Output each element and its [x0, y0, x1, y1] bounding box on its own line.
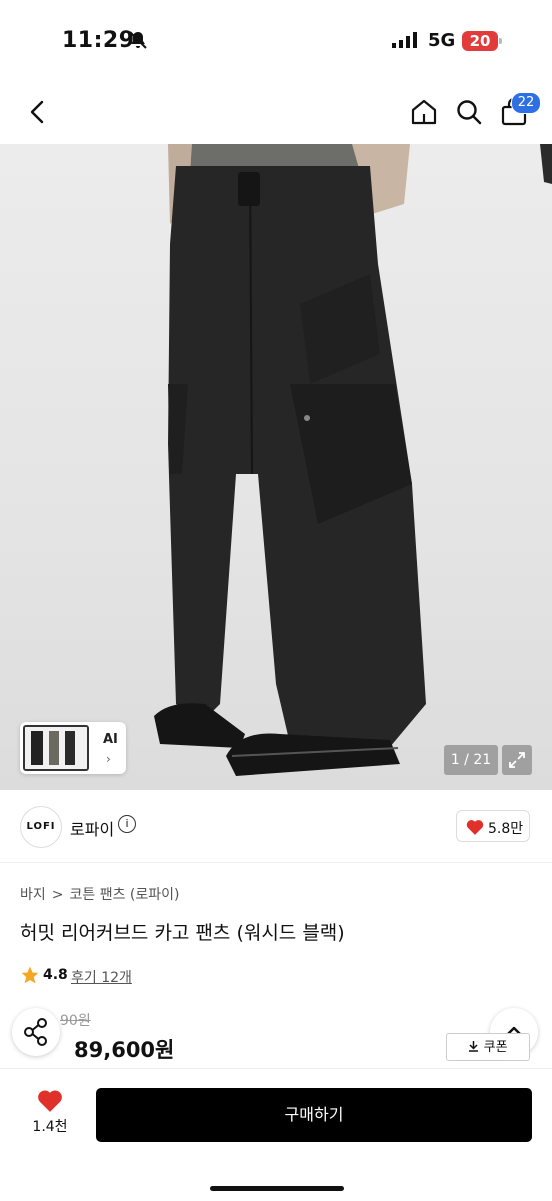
rating-score: 4.8 [43, 967, 68, 983]
brand-like-button[interactable]: 5.8만 [456, 810, 530, 842]
product-title: 허밋 리어커브드 카고 팬츠 (워시드 블랙) [20, 922, 345, 944]
product-like-button[interactable]: 1.4천 [20, 1089, 80, 1149]
buy-button[interactable]: 구매하기 [96, 1088, 532, 1142]
bottom-action-bar: 1.4천 구매하기 [0, 1068, 552, 1201]
breadcrumb: 바지 > 코튼 팬츠 (로파이) [20, 884, 185, 904]
brand-name[interactable]: 로파이 [70, 816, 114, 840]
product-image[interactable] [0, 144, 552, 790]
product-like-count: 1.4천 [32, 1119, 68, 1135]
brand-row: LOFI 로파이 i 5.8만 [0, 790, 552, 863]
original-price: 90원 [60, 1013, 91, 1029]
ai-label: AI [103, 732, 118, 747]
coupon-label: 쿠폰 [483, 1040, 508, 1055]
status-bar: 11:29 5G 20 [0, 0, 552, 80]
breadcrumb-item[interactable]: 바지 [20, 887, 46, 903]
brand-logo[interactable]: LOFI [20, 806, 62, 848]
network-type: 5G [428, 30, 456, 51]
bell-muted-icon [129, 31, 147, 49]
signal-icon [392, 32, 417, 48]
cargo-pants-photo [154, 144, 552, 776]
home-indicator [210, 1186, 344, 1191]
thumbnail-image[interactable] [23, 725, 89, 771]
back-arrow-icon[interactable] [24, 98, 52, 126]
star-icon [21, 966, 39, 984]
sale-price: 89,600원 [74, 1038, 175, 1062]
top-nav: 22 [0, 80, 552, 144]
expand-button[interactable] [502, 745, 532, 775]
coupon-button[interactable]: 쿠폰 [446, 1033, 530, 1061]
status-time: 11:29 [62, 28, 135, 53]
home-icon[interactable] [409, 97, 439, 127]
chevron-right-icon: › [106, 752, 111, 766]
battery-indicator: 20 [462, 31, 502, 51]
brand-like-count: 5.8만 [488, 821, 524, 837]
image-counter: 1 / 21 [444, 745, 498, 775]
heart-icon [38, 1090, 62, 1112]
thumbnail-strip[interactable]: AI › [20, 722, 126, 774]
breadcrumb-item[interactable]: 코튼 팬츠 (로파이) [70, 887, 180, 903]
share-icon [24, 1018, 47, 1046]
info-icon[interactable]: i [118, 815, 136, 833]
breadcrumb-separator: > [51, 887, 64, 903]
expand-icon [509, 752, 525, 768]
heart-icon [466, 820, 484, 835]
review-count-link[interactable]: 후기 12개 [71, 967, 132, 987]
search-icon[interactable] [454, 97, 484, 127]
cart-count-badge: 22 [511, 92, 541, 114]
download-icon [469, 1041, 479, 1052]
share-button[interactable] [12, 1008, 60, 1056]
